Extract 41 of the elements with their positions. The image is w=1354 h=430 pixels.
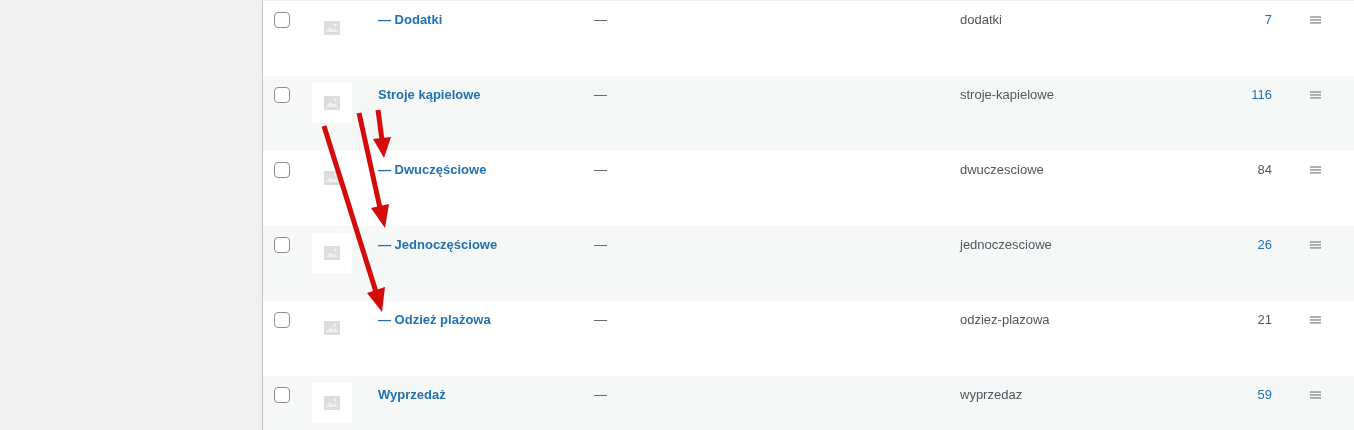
drag-handle-icon[interactable] xyxy=(1310,91,1321,99)
drag-handle-icon[interactable] xyxy=(1310,241,1321,249)
slug-text: jednoczesciowe xyxy=(960,237,1053,252)
drag-handle-icon[interactable] xyxy=(1310,166,1321,174)
image-placeholder-icon xyxy=(324,321,340,335)
description-text: — xyxy=(594,87,608,102)
checkbox[interactable] xyxy=(274,162,290,178)
category-link[interactable]: Stroje kąpielowe xyxy=(378,87,594,102)
description-text: — xyxy=(594,237,608,252)
category-link[interactable]: — Dwuczęściowe xyxy=(378,162,594,177)
description-text: — xyxy=(594,162,608,177)
checkbox[interactable] xyxy=(274,12,290,28)
count-link[interactable]: 26 xyxy=(1257,237,1272,252)
checkbox[interactable] xyxy=(274,387,290,403)
image-placeholder-icon xyxy=(324,21,340,35)
description-text: — xyxy=(594,312,608,327)
drag-handle-icon[interactable] xyxy=(1310,316,1321,324)
image-placeholder-icon xyxy=(324,396,340,410)
drag-handle-icon[interactable] xyxy=(1310,391,1321,399)
checkbox[interactable] xyxy=(274,237,290,253)
category-link[interactable]: Wyprzedaż xyxy=(378,387,594,402)
count-link[interactable]: 116 xyxy=(1251,87,1272,102)
slug-text: odziez-plazowa xyxy=(960,312,1051,327)
checkbox[interactable] xyxy=(274,312,290,328)
image-placeholder-icon xyxy=(324,246,340,260)
description-text: — xyxy=(594,387,608,402)
count-link[interactable]: 7 xyxy=(1264,12,1272,27)
checkbox[interactable] xyxy=(274,87,290,103)
slug-text: wyprzedaz xyxy=(960,387,1024,402)
category-link[interactable]: — Jednoczęściowe xyxy=(378,237,594,252)
slug-text: dodatki xyxy=(960,12,1003,27)
count-link[interactable]: 59 xyxy=(1257,387,1272,402)
drag-handle-icon[interactable] xyxy=(1310,16,1321,24)
category-link[interactable]: — Odzież plażowa xyxy=(378,312,594,327)
slug-text: stroje-kapielowe xyxy=(960,87,1055,102)
image-placeholder-icon xyxy=(324,96,340,110)
count-link[interactable]: 84 xyxy=(1257,162,1272,177)
description-text: — xyxy=(594,12,608,27)
count-link[interactable]: 21 xyxy=(1257,312,1272,327)
category-link[interactable]: — Dodatki xyxy=(378,12,594,27)
slug-text: dwuczesciowe xyxy=(960,162,1045,177)
